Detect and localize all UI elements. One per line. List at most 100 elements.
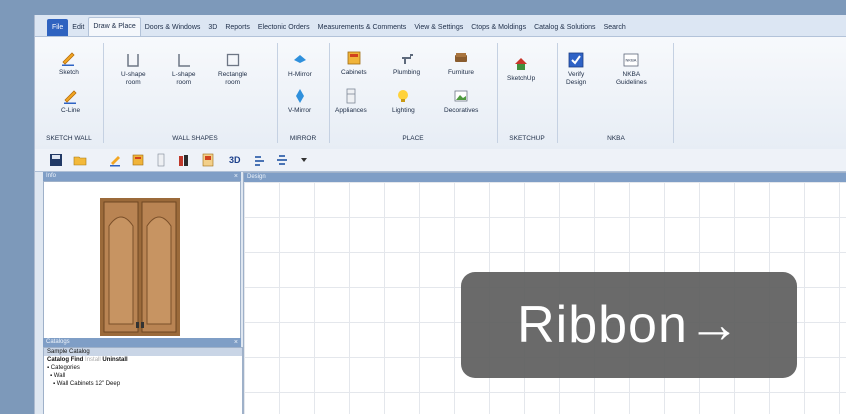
pencil-icon[interactable] [109, 153, 123, 167]
verify-label-1: Verify [567, 71, 585, 78]
verify-design-button[interactable]: Verify Design [566, 51, 586, 87]
info-title-text: Info [46, 173, 57, 179]
group-separator [103, 43, 104, 143]
v-mirror-button[interactable]: V-Mirror [288, 87, 311, 115]
align-icon[interactable] [253, 153, 267, 167]
v-mirror-label: V-Mirror [288, 107, 312, 114]
catalog-tab-install[interactable]: Install [85, 357, 101, 363]
furniture-button[interactable]: Furniture [448, 49, 474, 77]
tab-search[interactable]: Search [600, 19, 630, 36]
group-separator [329, 43, 330, 143]
cabinets-label: Cabinets [341, 69, 367, 76]
group-label-wall-shapes: WALL SHAPES [172, 135, 218, 142]
tree-item-categories[interactable]: ▪ Categories [44, 364, 242, 372]
tab-electronic-orders[interactable]: Electonic Orders [254, 19, 314, 36]
decoratives-label: Decoratives [444, 107, 479, 114]
info-preview [43, 181, 241, 348]
books-icon[interactable] [177, 153, 191, 167]
tab-catalog-solutions[interactable]: Catalog & Solutions [530, 19, 599, 36]
catalog-tab-uninstall[interactable]: Uninstall [102, 357, 127, 363]
tab-file[interactable]: File [47, 19, 69, 36]
light-bulb-icon [398, 90, 409, 102]
cabinets-button[interactable]: Cabinets [341, 49, 367, 77]
plumbing-label: Plumbing [393, 69, 421, 76]
group-label-mirror: MIRROR [289, 135, 317, 142]
3d-view-button[interactable]: 3D [229, 153, 245, 167]
tab-measurements-comments[interactable]: Measurements & Comments [314, 19, 411, 36]
ribbon: Sketch C-Line SKETCH WALL U-shape room L… [35, 37, 846, 150]
ribbon-callout-label: Ribbon→ [461, 272, 797, 378]
group-label-place: PLACE [402, 135, 424, 142]
design-title-text: Design [247, 174, 266, 180]
catalogs-panel: Sample Catalog Catalog Find Install Unin… [43, 347, 243, 414]
faucet-icon [401, 54, 413, 64]
u-shape-label-2: room [125, 79, 141, 86]
info-panel-title: Info × [43, 172, 241, 181]
tab-doors-windows[interactable]: Doors & Windows [141, 19, 205, 36]
decoratives-button[interactable]: Decoratives [444, 87, 478, 115]
c-line-label: C-Line [61, 107, 81, 114]
sketch-label: Sketch [59, 69, 79, 76]
group-separator [277, 43, 278, 143]
catalog-name: Sample Catalog [47, 349, 90, 355]
l-shape-room-button[interactable]: L-shape room [172, 51, 196, 87]
close-icon[interactable]: × [234, 338, 238, 347]
nkba-label-2: Guidelines [616, 79, 647, 86]
group-label-nkba: NKBA [607, 135, 625, 142]
cabinet-icon[interactable] [131, 153, 145, 167]
catalogs-title-text: Catalogs [46, 339, 70, 345]
catalog-tab-catalog[interactable]: Catalog [47, 357, 69, 363]
design-panel-title: Design [244, 173, 846, 182]
v-mirror-icon [295, 89, 304, 103]
tab-edit[interactable]: Edit [68, 19, 88, 36]
door-icon[interactable] [201, 153, 215, 167]
tab-reports[interactable]: Reports [221, 19, 254, 36]
l-shape-label-2: room [176, 79, 192, 86]
tree-label: Wall [53, 373, 66, 379]
plumbing-button[interactable]: Plumbing [393, 49, 420, 77]
svg-text:NKBA: NKBA [626, 58, 637, 63]
tab-draw-place[interactable]: Draw & Place [88, 17, 141, 36]
dropdown-arrow-icon[interactable] [297, 153, 311, 167]
tree-item-wall-cabinets-12-deep[interactable]: ▪ Wall Cabinets 12" Deep [44, 380, 242, 388]
nkba-guidelines-button[interactable]: NKBA NKBA Guidelines [616, 51, 647, 87]
fridge-icon[interactable] [154, 153, 168, 167]
h-mirror-button[interactable]: H-Mirror [288, 51, 312, 79]
group-separator [497, 43, 498, 143]
appliances-button[interactable]: Appliances [335, 87, 367, 115]
close-icon[interactable]: × [234, 172, 238, 181]
left-panel: Info × Catalogs × Sample Catalog Catalog… [43, 172, 243, 414]
u-shape-label-1: U-shape [121, 71, 146, 78]
tree-label: Categories [50, 365, 80, 371]
l-shape-label-1: L-shape [172, 71, 196, 78]
sketchup-button[interactable]: SketchUp [507, 55, 535, 83]
wall-cabinet-preview-image [100, 198, 180, 336]
furniture-label: Furniture [448, 69, 475, 76]
catalogs-panel-title: Catalogs × [43, 338, 241, 347]
distribute-icon[interactable] [275, 153, 289, 167]
u-shape-room-button[interactable]: U-shape room [121, 51, 146, 87]
sketchup-label: SketchUp [507, 75, 536, 82]
ribbon-tab-bar: File Edit Draw & Place Doors & Windows 3… [35, 15, 846, 37]
picture-icon [454, 90, 468, 102]
catalog-tab-find[interactable]: Find [71, 357, 84, 363]
house-icon [515, 58, 528, 70]
tab-view-settings[interactable]: View & Settings [410, 19, 467, 36]
group-separator [673, 43, 674, 143]
c-line-button[interactable]: C-Line [61, 87, 80, 115]
lighting-button[interactable]: Lighting [392, 87, 415, 115]
tab-3d[interactable]: 3D [204, 19, 221, 36]
rectangle-room-button[interactable]: Rectangle room [218, 51, 247, 87]
tab-ctops-moldings[interactable]: Ctops & Moldings [467, 19, 530, 36]
catalog-select[interactable]: Sample Catalog [44, 348, 242, 356]
sketch-button[interactable]: Sketch [59, 49, 79, 77]
rectangle-icon [226, 53, 239, 67]
tree-item-wall[interactable]: ▪ Wall [44, 372, 242, 380]
open-folder-icon[interactable] [73, 153, 87, 167]
save-icon[interactable] [49, 153, 63, 167]
nkba-label-1: NKBA [622, 71, 641, 78]
nkba-book-icon: NKBA [623, 53, 639, 67]
appliances-label: Appliances [335, 107, 367, 114]
u-shape-icon [127, 54, 140, 67]
rectangle-label-1: Rectangle [218, 71, 248, 78]
